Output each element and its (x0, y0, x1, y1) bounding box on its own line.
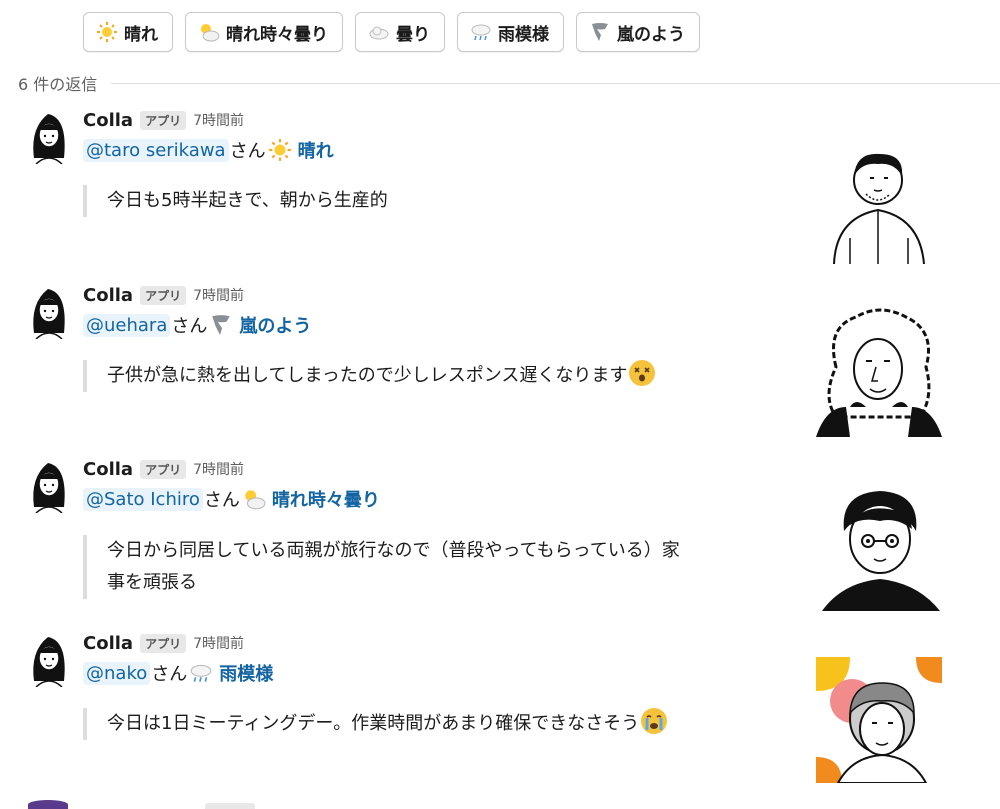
rain-cloud-icon (470, 21, 492, 43)
rain-cloud-icon (189, 661, 213, 685)
sender-name[interactable]: Colla (83, 459, 133, 480)
message-header: Colla アプリ 7時間前 (83, 457, 244, 481)
honorific: さん (229, 141, 266, 162)
honorific: さん (203, 490, 240, 511)
status-line: @Sato Ichiro さん 晴れ時々曇り (83, 485, 380, 513)
app-badge (205, 803, 255, 809)
sun-icon (268, 138, 292, 162)
status-line: @nako さん 雨模様 (83, 659, 273, 687)
message-header: Colla アプリ 7時間前 (83, 283, 244, 307)
note-text-line: 今日から同居している両親が旅行なので（普段やってもらっている）家 (107, 540, 680, 561)
message-header: Colla アプリ 7時間前 (83, 631, 244, 655)
user-illustration (828, 148, 932, 268)
avatar[interactable] (26, 283, 72, 340)
weather-button-partly-cloudy[interactable]: 晴れ時々曇り (185, 12, 343, 52)
app-badge: アプリ (140, 285, 187, 305)
sender-name[interactable]: Colla (83, 633, 133, 654)
user-illustration (816, 657, 942, 787)
status-note: 今日から同居している両親が旅行なので（普段やってもらっている）家 事を頑張る (83, 535, 680, 599)
timestamp[interactable]: 7時間前 (193, 633, 244, 653)
avatar[interactable] (26, 108, 72, 165)
weather-button-stormy[interactable]: 嵐のよう (576, 12, 700, 52)
avatar[interactable] (26, 457, 72, 514)
reply-count: 6 件の返信 (18, 75, 98, 94)
sender-name[interactable]: Colla (83, 110, 133, 131)
sender-name[interactable]: Colla (83, 285, 133, 306)
status-label: 晴れ (297, 141, 334, 162)
note-text: 子供が急に熱を出してしまったので少しレスポンス遅くなります (107, 365, 628, 386)
status-note: 子供が急に熱を出してしまったので少しレスポンス遅くなります (83, 360, 656, 392)
sun-behind-cloud-icon (242, 487, 266, 511)
timestamp[interactable]: 7時間前 (193, 285, 244, 305)
user-mention[interactable]: @uehara (83, 313, 171, 337)
tornado-icon (209, 313, 233, 337)
weather-button-label: 嵐のよう (617, 24, 685, 45)
avatar[interactable] (26, 631, 72, 688)
status-note: 今日も5時半起きで、朝から生産的 (83, 185, 388, 217)
app-badge: アプリ (140, 459, 187, 479)
status-line: @taro serikawa さん 晴れ (83, 136, 334, 164)
weather-button-label: 晴れ (124, 24, 158, 45)
note-text: 今日も5時半起きで、朝から生産的 (107, 190, 388, 211)
loudly-crying-face-icon (641, 708, 668, 734)
user-illustration (816, 307, 942, 441)
status-label: 嵐のよう (239, 316, 312, 337)
timestamp[interactable]: 7時間前 (193, 110, 244, 130)
weather-button-label: 晴れ時々曇り (226, 24, 328, 45)
weather-button-rainy[interactable]: 雨模様 (457, 12, 564, 52)
dizzy-face-icon (629, 360, 656, 386)
note-text-line: 事を頑張る (107, 572, 197, 593)
user-mention[interactable]: @taro serikawa (83, 138, 229, 162)
avatar (28, 800, 68, 809)
weather-button-cloudy[interactable]: 曇り (355, 12, 445, 52)
status-label: 雨模様 (219, 664, 274, 685)
divider-line (111, 82, 1000, 84)
user-mention[interactable]: @nako (83, 661, 151, 685)
app-badge: アプリ (140, 110, 187, 130)
replies-divider: 6 件の返信 (18, 70, 1000, 96)
message-header: Colla アプリ 7時間前 (83, 108, 244, 132)
user-illustration (822, 487, 940, 615)
status-label: 晴れ時々曇り (271, 490, 380, 511)
weather-button-label: 雨模様 (498, 24, 549, 45)
weather-button-label: 曇り (396, 24, 430, 45)
tornado-icon (589, 21, 611, 43)
timestamp[interactable]: 7時間前 (193, 459, 244, 479)
sun-icon (96, 21, 118, 43)
status-note: 今日は1日ミーティングデー。作業時間があまり確保できなさそう (83, 708, 668, 740)
honorific: さん (171, 316, 208, 337)
weather-button-sunny[interactable]: 晴れ (83, 12, 173, 52)
status-line: @uehara さん 嵐のよう (83, 311, 311, 339)
cloud-icon (368, 21, 390, 43)
weather-button-row: 晴れ 晴れ時々曇り 曇り 雨模様 嵐のよう (83, 12, 700, 52)
note-text: 今日は1日ミーティングデー。作業時間があまり確保できなさそう (107, 713, 640, 734)
sun-behind-cloud-icon (198, 21, 220, 43)
honorific: さん (151, 664, 188, 685)
app-badge: アプリ (140, 633, 187, 653)
user-mention[interactable]: @Sato Ichiro (83, 487, 203, 511)
